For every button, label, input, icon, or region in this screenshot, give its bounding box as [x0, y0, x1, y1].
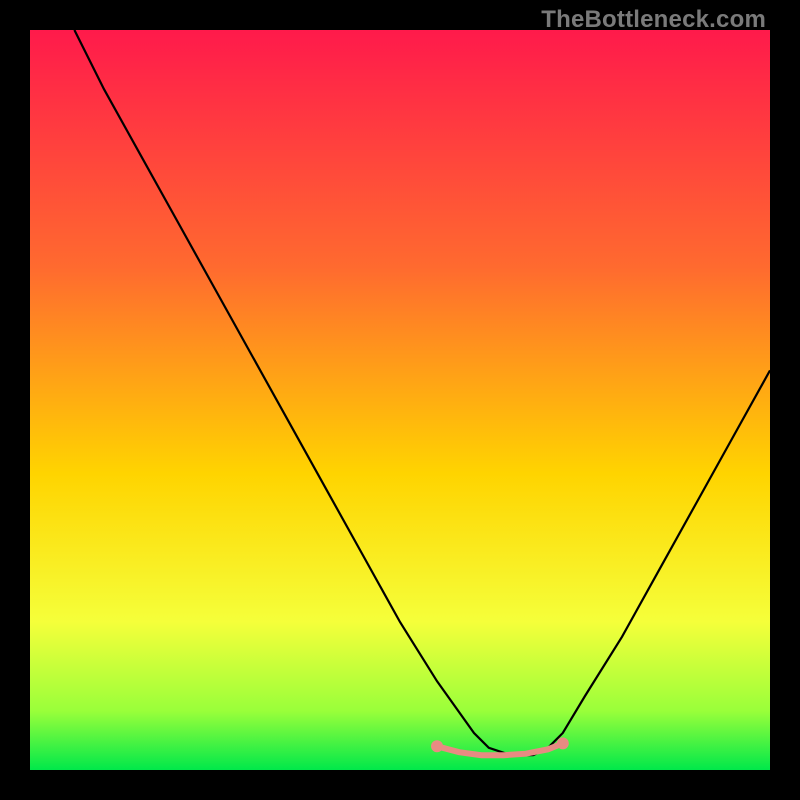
watermark-text: TheBottleneck.com: [541, 6, 766, 34]
chart-plot: [30, 30, 770, 770]
chart-frame: [30, 30, 770, 770]
heat-gradient-background: [30, 30, 770, 770]
